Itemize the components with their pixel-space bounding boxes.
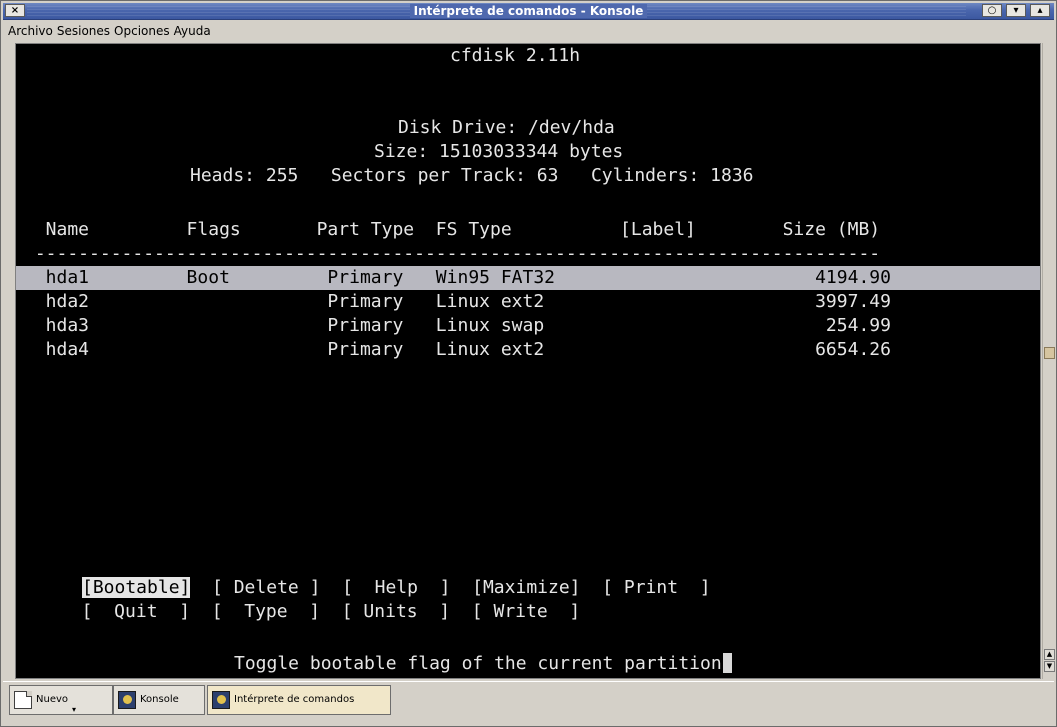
partition-row[interactable]: hda4 Primary Linux ext2 6654.26: [24, 338, 891, 362]
new-session-label: Nuevo: [36, 694, 69, 705]
scroll-down-arrow-icon[interactable]: ▼: [1044, 661, 1055, 672]
disk-geometry-line: Heads: 255 Sectors per Track: 63 Cylinde…: [190, 165, 754, 186]
title-bar[interactable]: × Intérprete de comandos - Konsole ○ ▾ ▴: [3, 3, 1054, 20]
dropdown-arrow-icon: ▾: [72, 705, 77, 714]
status-line: Toggle bootable flag of the current part…: [234, 652, 732, 676]
session-tab-label: Konsole: [140, 694, 179, 705]
command-menu-row-2[interactable]: [ Quit ] [ Type ] [ Units ] [ Write ]: [60, 600, 581, 624]
menu-bar: Archivo Sesiones Opciones Ayuda: [3, 20, 1054, 42]
minimize-button[interactable]: ▾: [1006, 4, 1026, 17]
command-menu-row-1: [Bootable] [ Delete ] [ Help ] [Maximize…: [82, 576, 711, 600]
new-session-button[interactable]: Nuevo ▾: [9, 685, 113, 715]
scrollbar-thumb[interactable]: [1044, 347, 1055, 359]
command-menu-row-1-rest[interactable]: [ Delete ] [ Help ] [Maximize] [ Print ]: [190, 577, 711, 598]
menu-ayuda[interactable]: Ayuda: [172, 20, 213, 42]
program-title: cfdisk 2.11h: [450, 45, 581, 66]
bootable-command[interactable]: [Bootable]: [82, 577, 191, 598]
konsole-tab-bar: Nuevo ▾ Konsole Intérprete de comandos: [3, 681, 1054, 726]
table-separator: ----------------------------------------…: [24, 243, 881, 264]
new-document-icon: [14, 691, 32, 709]
vertical-scrollbar[interactable]: ▲ ▼: [1042, 43, 1056, 679]
terminal-screen[interactable]: cfdisk 2.11h Disk Drive: /dev/hda Size: …: [15, 43, 1041, 679]
menu-opciones[interactable]: Opciones: [112, 20, 172, 42]
session-tab-label: Intérprete de comandos: [234, 694, 355, 705]
disk-drive-line: Disk Drive: /dev/hda: [398, 117, 615, 138]
window-title: Intérprete de comandos - Konsole: [3, 3, 1054, 19]
menu-archivo[interactable]: Archivo: [6, 20, 55, 42]
partition-row[interactable]: hda3 Primary Linux swap 254.99: [24, 314, 891, 338]
text-cursor: [722, 653, 732, 673]
session-tab-konsole[interactable]: Konsole: [113, 685, 205, 715]
scroll-up-arrow-icon[interactable]: ▲: [1044, 649, 1055, 660]
partition-row[interactable]: hda2 Primary Linux ext2 3997.49: [24, 290, 891, 314]
menu-sesiones[interactable]: Sesiones: [55, 20, 112, 42]
konsole-window: × Intérprete de comandos - Konsole ○ ▾ ▴…: [0, 0, 1057, 727]
session-tab-interprete[interactable]: Intérprete de comandos: [207, 685, 391, 715]
partition-row-selected[interactable]: hda1 Boot Primary Win95 FAT32 4194.90: [16, 266, 1040, 290]
status-text: Toggle bootable flag of the current part…: [234, 653, 722, 674]
konsole-icon: [212, 691, 230, 709]
sticky-button[interactable]: ○: [982, 4, 1002, 17]
maximize-button[interactable]: ▴: [1030, 4, 1050, 17]
konsole-icon: [118, 691, 136, 709]
disk-size-line: Size: 15103033344 bytes: [374, 141, 624, 162]
partition-table-header: Name Flags Part Type FS Type [Label] Siz…: [24, 219, 881, 240]
